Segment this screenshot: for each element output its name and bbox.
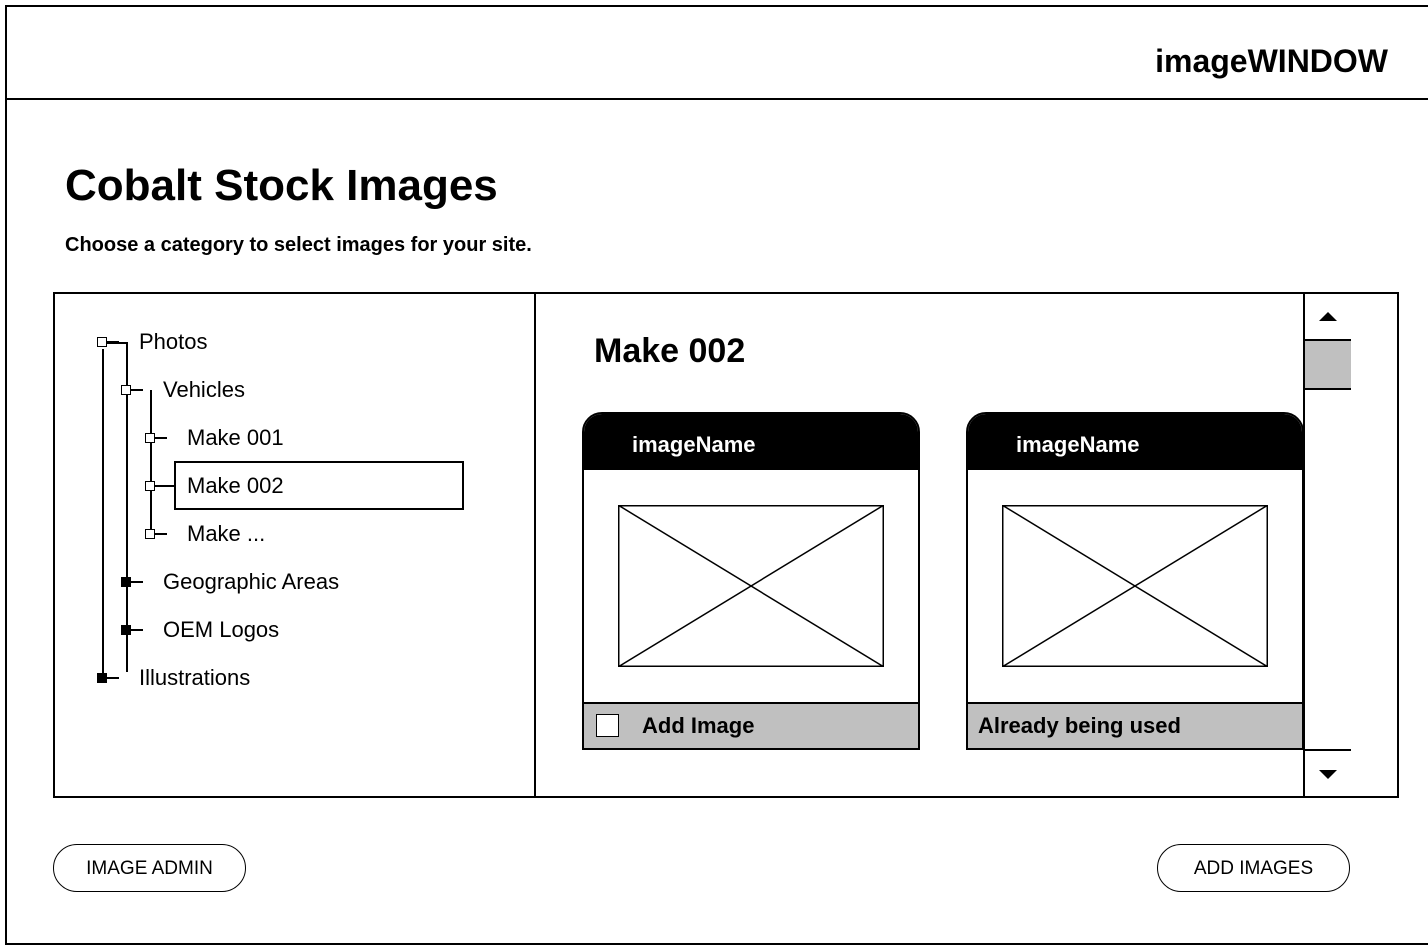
add-image-label[interactable]: Add Image	[642, 713, 754, 739]
image-card: imageName Already being used	[966, 412, 1304, 750]
arrow-down-icon	[1319, 770, 1337, 779]
expand-icon[interactable]	[121, 625, 131, 635]
image-admin-button[interactable]: IMAGE ADMIN	[53, 844, 246, 892]
page-title: Cobalt Stock Images	[65, 161, 498, 210]
card-footer: Add Image	[584, 702, 918, 748]
tree-item-label: Make ...	[187, 521, 266, 546]
tree-item-label: Geographic Areas	[163, 569, 340, 594]
image-placeholder-icon	[618, 505, 884, 667]
expand-icon[interactable]	[97, 673, 107, 683]
tree-item-label: OEM Logos	[163, 617, 280, 642]
add-image-checkbox[interactable]	[596, 714, 619, 737]
image-name: imageName	[1016, 432, 1140, 457]
tree-connector	[102, 349, 104, 679]
image-placeholder-icon	[1002, 505, 1268, 667]
browser-panel: Photos Vehicles Make 001 Make 002 Make .…	[53, 292, 1399, 798]
category-title: Make 002	[594, 332, 746, 370]
image-card: imageName Add Image	[582, 412, 920, 750]
expand-icon[interactable]	[145, 433, 155, 443]
page-subtitle: Choose a category to select images for y…	[65, 234, 532, 256]
image-status-label: Already being used	[978, 713, 1181, 738]
tree-connector	[150, 390, 152, 534]
app-title: imageWINDOW	[1155, 43, 1388, 79]
image-name: imageName	[632, 432, 756, 457]
add-images-button[interactable]: ADD IMAGES	[1157, 844, 1350, 892]
tree-item-label: Make 002	[187, 473, 284, 498]
card-header: imageName	[584, 414, 918, 470]
arrow-up-icon	[1319, 312, 1337, 321]
scroll-down-button[interactable]	[1305, 749, 1351, 796]
scroll-up-button[interactable]	[1305, 294, 1351, 341]
expand-icon[interactable]	[145, 481, 155, 491]
tree-item-label: Photos	[139, 329, 208, 354]
collapse-icon[interactable]	[121, 385, 131, 395]
scrollbar-thumb[interactable]	[1305, 341, 1351, 390]
image-gallery: Make 002 imageName Add Image imageName A…	[536, 294, 1351, 796]
expand-icon[interactable]	[121, 577, 131, 587]
tree-item-label: Make 001	[187, 425, 284, 450]
vertical-scrollbar[interactable]	[1303, 294, 1351, 796]
card-footer: Already being used	[968, 702, 1302, 748]
tree-item-label: Illustrations	[139, 665, 251, 690]
collapse-icon[interactable]	[97, 337, 107, 347]
tree-item-label: Vehicles	[163, 377, 245, 402]
expand-icon[interactable]	[145, 529, 155, 539]
category-tree: Photos Vehicles Make 001 Make 002 Make .…	[55, 294, 536, 796]
card-header: imageName	[968, 414, 1302, 470]
app-header: imageWINDOW	[7, 7, 1428, 100]
